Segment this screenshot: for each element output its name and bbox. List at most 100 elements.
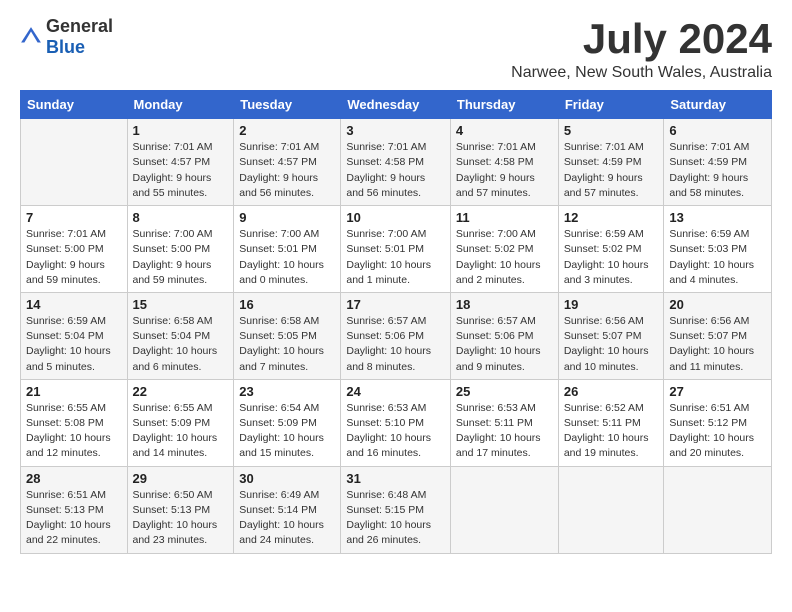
- day-info: Sunrise: 7:01 AMSunset: 5:00 PMDaylight:…: [26, 227, 122, 288]
- header: General Blue July 2024 Narwee, New South…: [20, 16, 772, 82]
- weekday-header-row: SundayMondayTuesdayWednesdayThursdayFrid…: [21, 91, 772, 119]
- day-number: 30: [239, 471, 335, 486]
- day-info: Sunrise: 6:57 AMSunset: 5:06 PMDaylight:…: [346, 314, 445, 375]
- calendar-cell: 5Sunrise: 7:01 AMSunset: 4:59 PMDaylight…: [558, 119, 664, 206]
- calendar-cell: 25 Sunrise: 6:53 AMSunset: 5:11 PMDayligh…: [450, 379, 558, 466]
- day-info: Sunrise: 7:00 AMSunset: 5:00 PMDaylight:…: [133, 227, 229, 288]
- day-info: Sunrise: 7:00 AMSunset: 5:01 PMDaylight:…: [239, 227, 335, 288]
- calendar-table: SundayMondayTuesdayWednesdayThursdayFrid…: [20, 90, 772, 553]
- day-info: Sunrise: 7:01 AMSunset: 4:59 PMDaylight:…: [669, 140, 766, 201]
- calendar-cell: 31Sunrise: 6:48 AMSunset: 5:15 PMDayligh…: [341, 466, 451, 553]
- day-number: 7: [26, 210, 122, 225]
- subtitle: Narwee, New South Wales, Australia: [511, 64, 772, 82]
- day-number: 31: [346, 471, 445, 486]
- calendar-cell: 3Sunrise: 7:01 AMSunset: 4:58 PMDaylight…: [341, 119, 451, 206]
- day-info: Sunrise: 7:00 AMSunset: 5:02 PMDaylight:…: [456, 227, 553, 288]
- day-number: 3: [346, 123, 445, 138]
- day-number: 25: [456, 384, 553, 399]
- day-info: Sunrise: 6:56 AMSunset: 5:07 PMDaylight:…: [669, 314, 766, 375]
- calendar-cell: 1Sunrise: 7:01 AMSunset: 4:57 PMDaylight…: [127, 119, 234, 206]
- day-number: 27: [669, 384, 766, 399]
- calendar-cell: [558, 466, 664, 553]
- day-info: Sunrise: 6:58 AMSunset: 5:05 PMDaylight:…: [239, 314, 335, 375]
- calendar-cell: 13Sunrise: 6:59 AMSunset: 5:03 PMDayligh…: [664, 206, 772, 293]
- calendar-cell: 20 Sunrise: 6:56 AMSunset: 5:07 PMDayligh…: [664, 292, 772, 379]
- weekday-header-wednesday: Wednesday: [341, 91, 451, 119]
- calendar-cell: 4Sunrise: 7:01 AMSunset: 4:58 PMDaylight…: [450, 119, 558, 206]
- day-info: Sunrise: 6:53 AMSunset: 5:11 PMDaylight:…: [456, 401, 553, 462]
- calendar-cell: 16 Sunrise: 6:58 AMSunset: 5:05 PMDayligh…: [234, 292, 341, 379]
- day-info: Sunrise: 6:55 AMSunset: 5:09 PMDaylight:…: [133, 401, 229, 462]
- weekday-header-monday: Monday: [127, 91, 234, 119]
- week-row-2: 7 Sunrise: 7:01 AMSunset: 5:00 PMDaylight…: [21, 206, 772, 293]
- day-number: 5: [564, 123, 659, 138]
- day-info: Sunrise: 6:53 AMSunset: 5:10 PMDaylight:…: [346, 401, 445, 462]
- day-info: Sunrise: 6:54 AMSunset: 5:09 PMDaylight:…: [239, 401, 335, 462]
- week-row-5: 28 Sunrise: 6:51 AMSunset: 5:13 PMDayligh…: [21, 466, 772, 553]
- calendar-cell: 30 Sunrise: 6:49 AMSunset: 5:14 PMDayligh…: [234, 466, 341, 553]
- day-number: 26: [564, 384, 659, 399]
- calendar-cell: 15 Sunrise: 6:58 AMSunset: 5:04 PMDayligh…: [127, 292, 234, 379]
- calendar-cell: 14 Sunrise: 6:59 AMSunset: 5:04 PMDayligh…: [21, 292, 128, 379]
- day-info: Sunrise: 6:59 AMSunset: 5:03 PMDaylight:…: [669, 227, 766, 288]
- day-info: Sunrise: 7:01 AMSunset: 4:57 PMDaylight:…: [239, 140, 335, 201]
- main-title: July 2024: [511, 16, 772, 62]
- logo-blue: Blue: [46, 37, 85, 57]
- calendar-cell: [21, 119, 128, 206]
- day-info: Sunrise: 6:52 AMSunset: 5:11 PMDaylight:…: [564, 401, 659, 462]
- day-info: Sunrise: 7:01 AMSunset: 4:57 PMDaylight:…: [133, 140, 229, 201]
- title-section: July 2024 Narwee, New South Wales, Austr…: [511, 16, 772, 82]
- logo: General Blue: [20, 16, 113, 58]
- day-info: Sunrise: 6:50 AMSunset: 5:13 PMDaylight:…: [133, 488, 229, 549]
- weekday-header-thursday: Thursday: [450, 91, 558, 119]
- week-row-4: 21 Sunrise: 6:55 AMSunset: 5:08 PMDayligh…: [21, 379, 772, 466]
- day-number: 15: [133, 297, 229, 312]
- day-number: 16: [239, 297, 335, 312]
- calendar-cell: 26 Sunrise: 6:52 AMSunset: 5:11 PMDayligh…: [558, 379, 664, 466]
- day-info: Sunrise: 7:00 AMSunset: 5:01 PMDaylight:…: [346, 227, 445, 288]
- day-info: Sunrise: 6:51 AMSunset: 5:12 PMDaylight:…: [669, 401, 766, 462]
- day-number: 24: [346, 384, 445, 399]
- calendar-cell: 29Sunrise: 6:50 AMSunset: 5:13 PMDayligh…: [127, 466, 234, 553]
- day-info: Sunrise: 6:55 AMSunset: 5:08 PMDaylight:…: [26, 401, 122, 462]
- calendar-cell: 12 Sunrise: 6:59 AMSunset: 5:02 PMDayligh…: [558, 206, 664, 293]
- day-info: Sunrise: 6:59 AMSunset: 5:02 PMDaylight:…: [564, 227, 659, 288]
- day-info: Sunrise: 6:51 AMSunset: 5:13 PMDaylight:…: [26, 488, 122, 549]
- day-number: 18: [456, 297, 553, 312]
- day-number: 28: [26, 471, 122, 486]
- week-row-3: 14 Sunrise: 6:59 AMSunset: 5:04 PMDayligh…: [21, 292, 772, 379]
- calendar-cell: 18Sunrise: 6:57 AMSunset: 5:06 PMDayligh…: [450, 292, 558, 379]
- day-number: 14: [26, 297, 122, 312]
- calendar-cell: 7 Sunrise: 7:01 AMSunset: 5:00 PMDaylight…: [21, 206, 128, 293]
- day-info: Sunrise: 6:59 AMSunset: 5:04 PMDaylight:…: [26, 314, 122, 375]
- day-number: 23: [239, 384, 335, 399]
- calendar-cell: 9 Sunrise: 7:00 AMSunset: 5:01 PMDaylight…: [234, 206, 341, 293]
- calendar-cell: 10 Sunrise: 7:00 AMSunset: 5:01 PMDayligh…: [341, 206, 451, 293]
- day-number: 9: [239, 210, 335, 225]
- calendar-cell: 11Sunrise: 7:00 AMSunset: 5:02 PMDayligh…: [450, 206, 558, 293]
- weekday-header-tuesday: Tuesday: [234, 91, 341, 119]
- calendar-cell: 19Sunrise: 6:56 AMSunset: 5:07 PMDayligh…: [558, 292, 664, 379]
- calendar-cell: 8Sunrise: 7:00 AMSunset: 5:00 PMDaylight…: [127, 206, 234, 293]
- calendar-cell: 17 Sunrise: 6:57 AMSunset: 5:06 PMDayligh…: [341, 292, 451, 379]
- day-number: 20: [669, 297, 766, 312]
- calendar-cell: 22Sunrise: 6:55 AMSunset: 5:09 PMDayligh…: [127, 379, 234, 466]
- day-number: 21: [26, 384, 122, 399]
- day-info: Sunrise: 6:56 AMSunset: 5:07 PMDaylight:…: [564, 314, 659, 375]
- day-number: 2: [239, 123, 335, 138]
- day-info: Sunrise: 6:49 AMSunset: 5:14 PMDaylight:…: [239, 488, 335, 549]
- day-number: 12: [564, 210, 659, 225]
- weekday-header-friday: Friday: [558, 91, 664, 119]
- day-number: 10: [346, 210, 445, 225]
- day-info: Sunrise: 7:01 AMSunset: 4:58 PMDaylight:…: [456, 140, 553, 201]
- day-number: 6: [669, 123, 766, 138]
- day-info: Sunrise: 6:58 AMSunset: 5:04 PMDaylight:…: [133, 314, 229, 375]
- day-number: 17: [346, 297, 445, 312]
- calendar-cell: 23 Sunrise: 6:54 AMSunset: 5:09 PMDayligh…: [234, 379, 341, 466]
- calendar-cell: 2 Sunrise: 7:01 AMSunset: 4:57 PMDaylight…: [234, 119, 341, 206]
- logo-general: General: [46, 16, 113, 36]
- calendar-cell: [450, 466, 558, 553]
- calendar-cell: [664, 466, 772, 553]
- calendar-cell: 6 Sunrise: 7:01 AMSunset: 4:59 PMDaylight…: [664, 119, 772, 206]
- weekday-header-saturday: Saturday: [664, 91, 772, 119]
